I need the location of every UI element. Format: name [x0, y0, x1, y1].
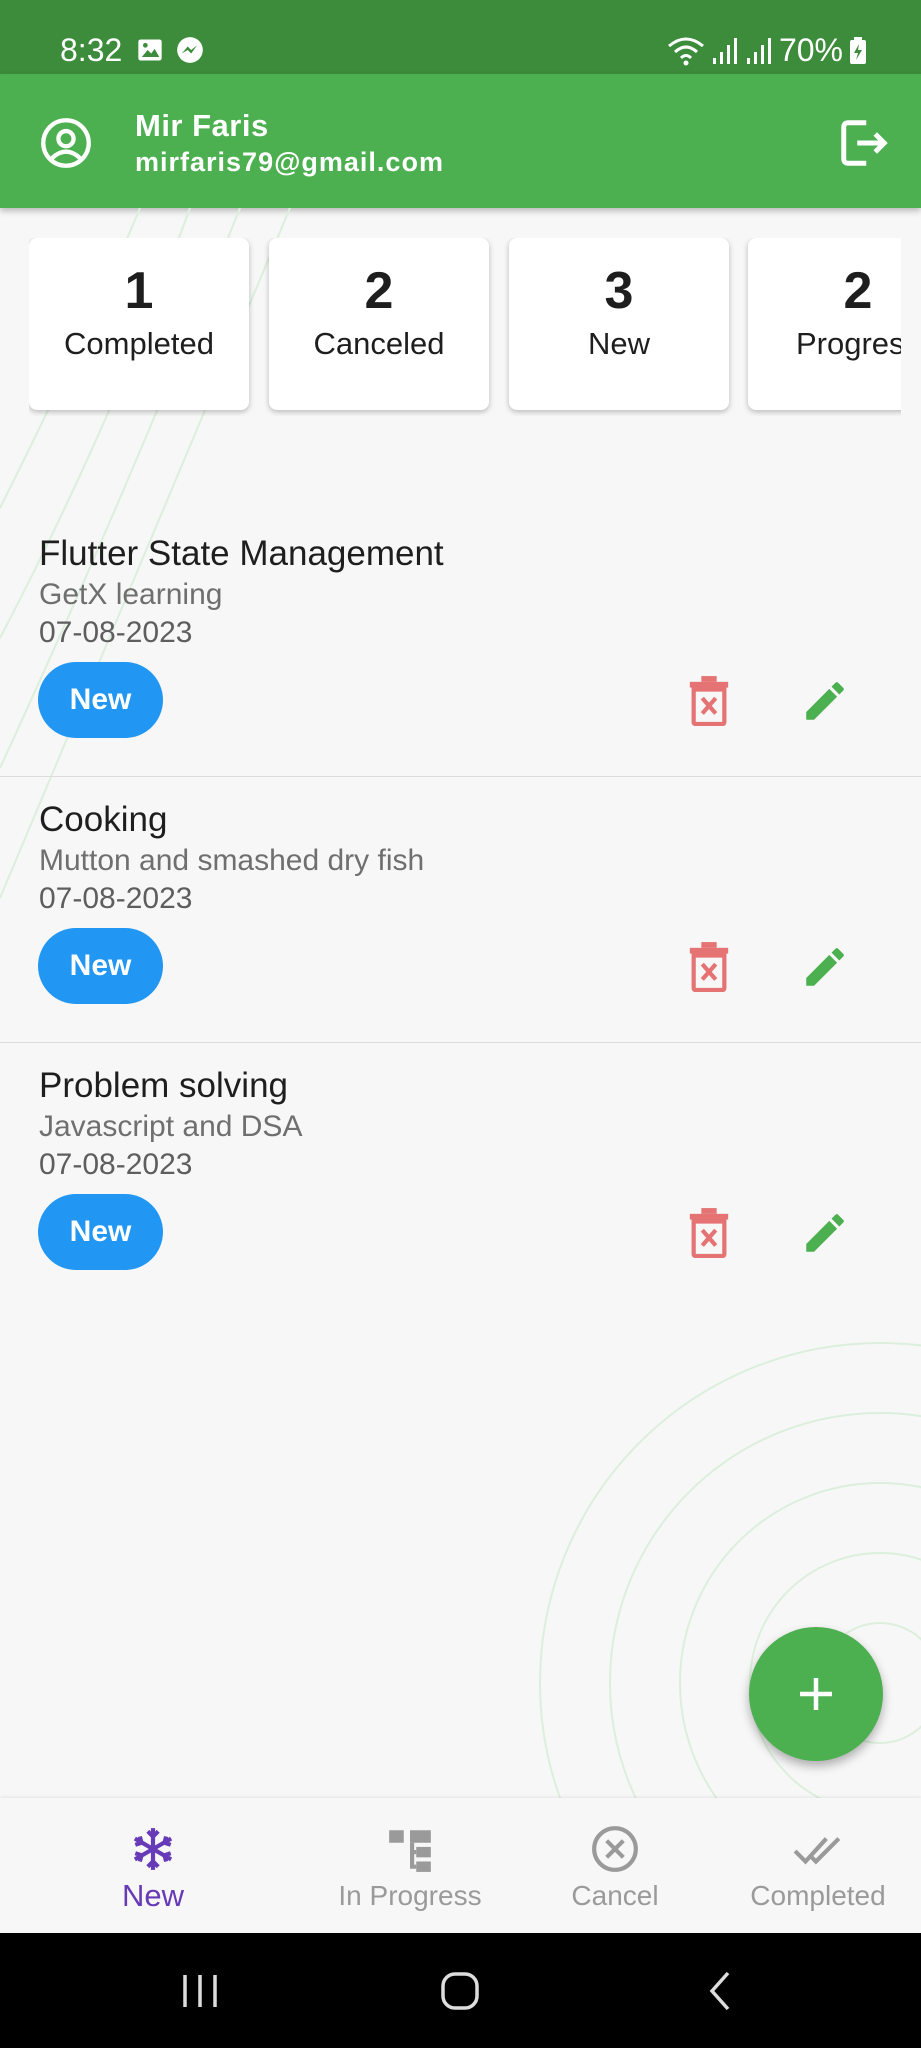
- task-description: GetX learning: [39, 578, 223, 611]
- summary-count: 2: [364, 262, 394, 320]
- signal-icon: [712, 37, 737, 64]
- summary-label: Progress: [795, 326, 901, 361]
- status-right: 70%: [667, 32, 867, 69]
- user-email: mirfaris79@gmail.com: [135, 147, 444, 177]
- task-description: Mutton and smashed dry fish: [39, 844, 425, 877]
- home-icon[interactable]: [430, 1963, 490, 2019]
- summary-card-canceled[interactable]: 2 Canceled: [269, 238, 489, 410]
- task-title: Problem solving: [39, 1066, 288, 1105]
- cancel-circle-icon: [592, 1826, 638, 1872]
- battery-level: 70%: [778, 32, 843, 68]
- add-icon: [800, 1678, 832, 1710]
- account-circle-icon[interactable]: [40, 117, 92, 169]
- messenger-icon: [177, 37, 203, 63]
- summary-card-completed[interactable]: 1 Completed: [29, 238, 249, 410]
- wifi-icon: [668, 37, 704, 65]
- back-icon[interactable]: [690, 1963, 750, 2019]
- edit-icon[interactable]: [800, 676, 850, 726]
- nav-label: In Progress: [338, 1880, 482, 1911]
- battery-icon: [850, 36, 866, 64]
- recent-apps-icon[interactable]: [170, 1963, 230, 2019]
- summary-count: 2: [843, 262, 873, 320]
- signal-icon: [746, 37, 771, 64]
- bottom-nav: New In Progress Cancel Completed: [0, 1798, 921, 1933]
- system-nav-bar: [0, 1933, 921, 2048]
- add-task-button[interactable]: [749, 1627, 883, 1761]
- task-item[interactable]: Flutter State Management GetX learning 0…: [0, 510, 921, 777]
- nav-item-completed[interactable]: Completed: [725, 1798, 911, 1933]
- summary-label: New: [587, 326, 650, 361]
- task-item[interactable]: Problem solving Javascript and DSA 07-08…: [0, 1042, 921, 1308]
- hierarchy-icon: [389, 1830, 431, 1872]
- user-name: Mir Faris: [135, 108, 269, 143]
- task-item[interactable]: Cooking Mutton and smashed dry fish 07-0…: [0, 776, 921, 1043]
- gallery-icon: [138, 39, 162, 61]
- nav-item-in-progress[interactable]: In Progress: [310, 1798, 510, 1933]
- status-time: 8:32: [60, 32, 123, 68]
- snowflake-icon: [133, 1828, 173, 1870]
- nav-item-new[interactable]: New: [50, 1798, 256, 1933]
- summary-row: 1 Completed 2 Canceled 3 New 2 Progress: [29, 238, 901, 416]
- edit-icon[interactable]: [800, 942, 850, 992]
- nav-label: New: [121, 1878, 184, 1913]
- task-description: Javascript and DSA: [39, 1110, 303, 1143]
- delete-icon[interactable]: [686, 676, 732, 726]
- status-badge: New: [38, 928, 163, 1004]
- done-all-icon: [793, 1837, 841, 1865]
- task-date: 07-08-2023: [39, 882, 193, 915]
- app-bar: Mir Faris mirfaris79@gmail.com: [0, 74, 921, 208]
- task-title: Flutter State Management: [39, 534, 444, 573]
- task-date: 07-08-2023: [39, 1148, 193, 1181]
- task-title: Cooking: [39, 800, 168, 839]
- summary-card-progress[interactable]: 2 Progress: [748, 238, 901, 410]
- nav-label: Completed: [750, 1880, 886, 1911]
- status-badge: New: [38, 1194, 163, 1270]
- summary-label: Canceled: [313, 326, 445, 361]
- delete-icon[interactable]: [686, 1208, 732, 1258]
- status-bar: 8:32 70%: [0, 0, 921, 74]
- summary-card-new[interactable]: 3 New: [509, 238, 729, 410]
- nav-label: Cancel: [571, 1880, 659, 1911]
- nav-item-cancel[interactable]: Cancel: [525, 1798, 705, 1933]
- summary-count: 3: [604, 262, 634, 320]
- logout-icon[interactable]: [837, 116, 891, 170]
- delete-icon[interactable]: [686, 942, 732, 992]
- summary-count: 1: [124, 262, 154, 320]
- status-badge: New: [38, 662, 163, 738]
- edit-icon[interactable]: [800, 1208, 850, 1258]
- summary-label: Completed: [64, 326, 214, 361]
- task-date: 07-08-2023: [39, 616, 193, 649]
